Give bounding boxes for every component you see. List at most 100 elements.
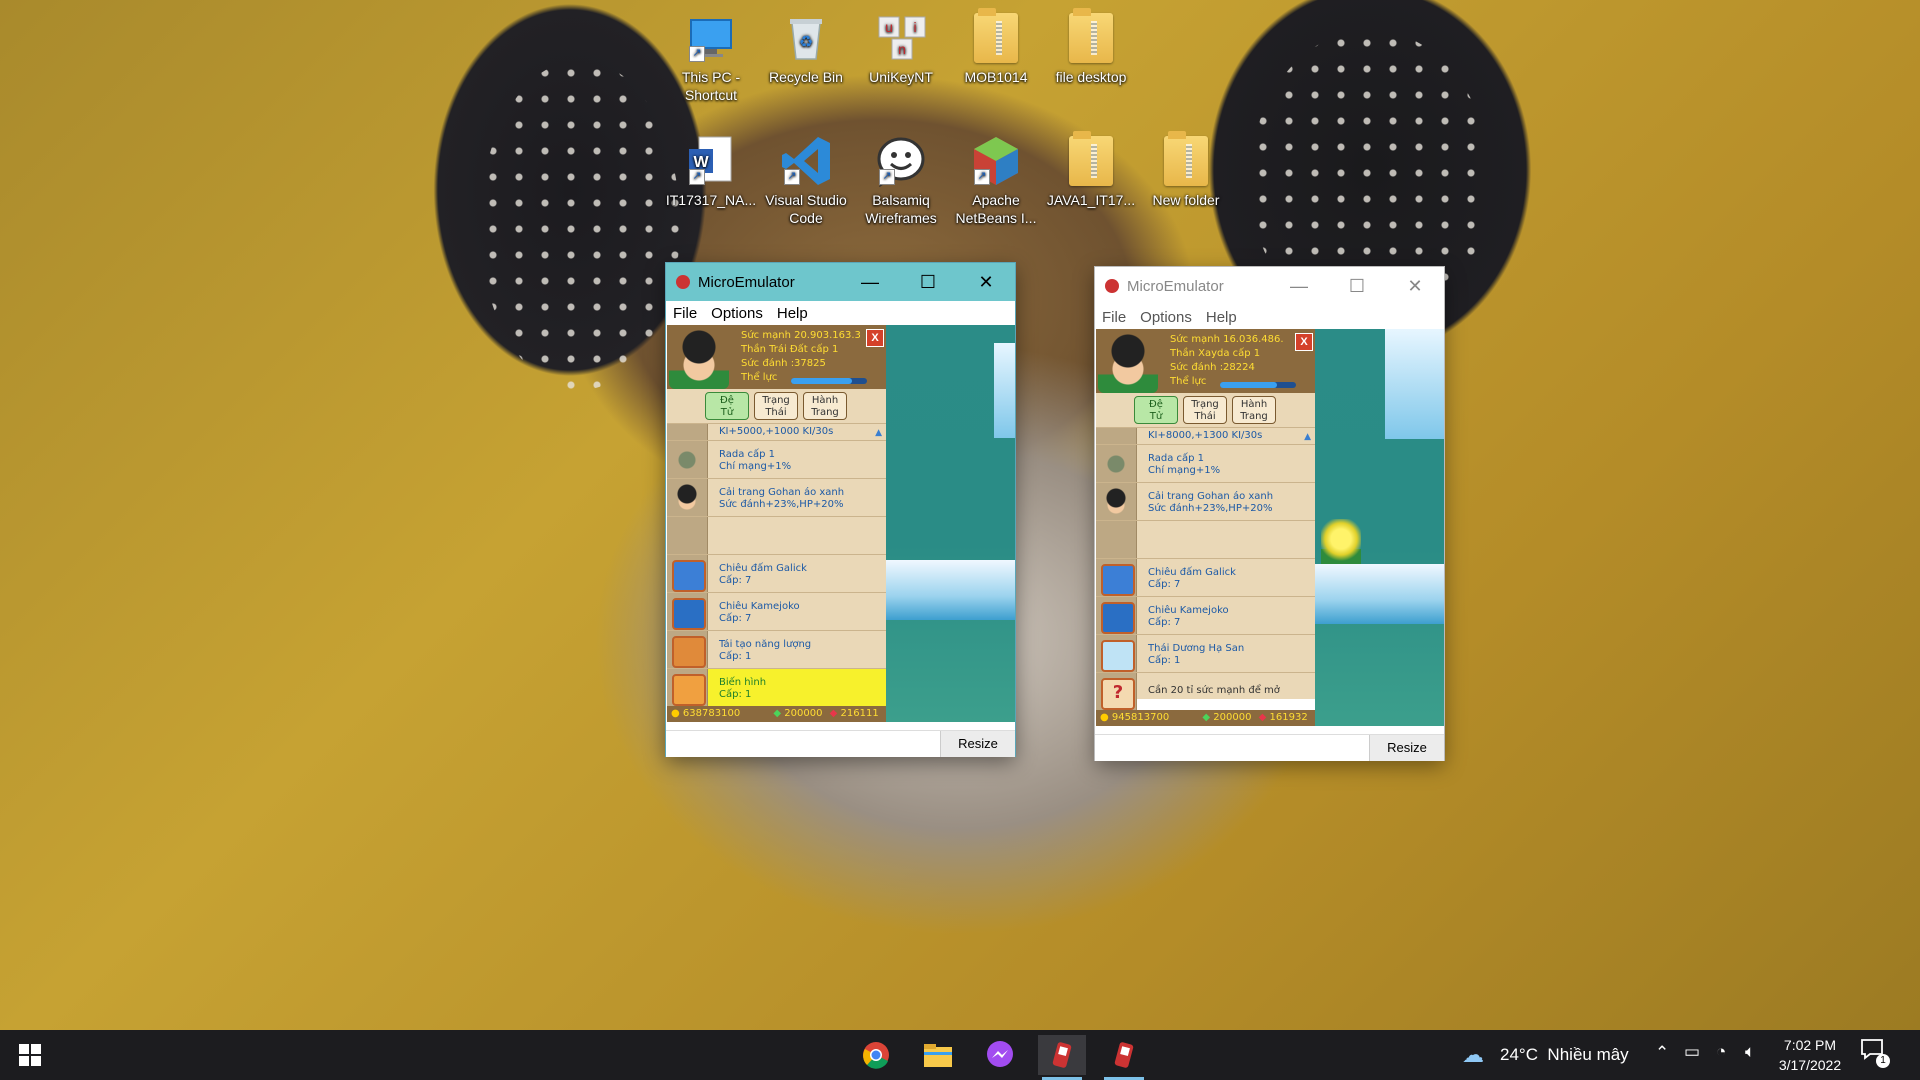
list-item[interactable]: Rada cấp 1 Chí mạng+1% bbox=[1096, 444, 1315, 482]
close-button[interactable]: ✕ bbox=[957, 263, 1015, 301]
status-bar: Resize bbox=[1095, 734, 1444, 761]
scroll-up-icon[interactable]: ▲ bbox=[875, 427, 882, 439]
weather-icon[interactable]: ☁ bbox=[1462, 1042, 1484, 1068]
costume-icon bbox=[672, 484, 702, 512]
gold-icon: ● bbox=[1100, 712, 1109, 723]
currency-bar: ● 945813700 ◆ 200000 ◆ 161932 bbox=[1096, 710, 1315, 726]
list-item[interactable]: Chiêu Kamejoko Cấp: 7 bbox=[667, 592, 886, 630]
volume-icon[interactable]: 🔈︎ bbox=[1745, 1042, 1755, 1062]
desktop-icon-file-desktop[interactable]: file desktop bbox=[1045, 8, 1137, 86]
character-header: Sức mạnh 16.036.486. Thần Xayda cấp 1 Sứ… bbox=[1096, 329, 1315, 393]
emulator-window-1[interactable]: MicroEmulator — ☐ ✕ File Options Help Sứ… bbox=[666, 263, 1015, 757]
desktop-icon-this-pc[interactable]: ↗ This PC - Shortcut bbox=[665, 12, 757, 104]
list-item[interactable]: Thái Dương Hạ San Cấp: 1 bbox=[1096, 634, 1315, 672]
tab-hanh-trang[interactable]: Hành Trang bbox=[1232, 396, 1276, 424]
tab-de-tu[interactable]: Đệ Tử bbox=[705, 392, 749, 420]
maximize-button[interactable]: ☐ bbox=[1328, 267, 1386, 305]
clock[interactable]: 7:02 PM 3/17/2022 bbox=[1772, 1035, 1848, 1075]
folder-icon bbox=[970, 8, 1022, 64]
taskbar-file-explorer[interactable] bbox=[914, 1035, 962, 1075]
tab-hanh-trang[interactable]: Hành Trang bbox=[803, 392, 847, 420]
maximize-button[interactable]: ☐ bbox=[899, 263, 957, 301]
weather-text[interactable]: 24°C Nhiều mây bbox=[1500, 1045, 1629, 1065]
skill-kamejoko-icon bbox=[672, 598, 706, 630]
tab-trang-thai[interactable]: Trạng Thái bbox=[754, 392, 798, 420]
list-item[interactable]: Chiêu đấm Galick Cấp: 7 bbox=[667, 554, 886, 592]
taskbar-microemulator-2[interactable] bbox=[1100, 1035, 1148, 1080]
folder-icon bbox=[1065, 131, 1117, 187]
taskbar-messenger[interactable] bbox=[976, 1035, 1024, 1075]
desktop-icon-netbeans[interactable]: ↗ Apache NetBeans I... bbox=[950, 135, 1042, 227]
skill-galick-icon bbox=[672, 560, 706, 592]
skill-regen-icon bbox=[672, 636, 706, 668]
app-icon bbox=[676, 275, 690, 289]
list-item[interactable]: Cải trang Gohan áo xanh Sức đánh+23%,HP+2… bbox=[667, 478, 886, 516]
menu-file[interactable]: File bbox=[1095, 309, 1133, 326]
pc-icon: ↗ bbox=[685, 12, 737, 64]
wifi-icon[interactable]: ◔ bbox=[1716, 1042, 1726, 1062]
word-icon: W ↗ bbox=[685, 135, 737, 187]
title-bar[interactable]: MicroEmulator — ☐ ✕ bbox=[666, 263, 1015, 301]
menu-bar: File Options Help bbox=[666, 301, 1015, 325]
stamina-bar bbox=[1220, 382, 1296, 388]
folder-icon bbox=[1065, 8, 1117, 64]
list-item[interactable]: KI+5000,+1000 KI/30s ▲ bbox=[667, 423, 886, 440]
locked-skill-icon: ? bbox=[1101, 678, 1135, 710]
show-hidden-icons[interactable]: ⌃ bbox=[1655, 1043, 1669, 1063]
desktop-icon-new-folder[interactable]: New folder bbox=[1140, 131, 1232, 209]
menu-help[interactable]: Help bbox=[770, 305, 815, 322]
skill-kamejoko-icon bbox=[1101, 602, 1135, 634]
ruby-icon: ◆ bbox=[829, 708, 838, 719]
menu-help[interactable]: Help bbox=[1199, 309, 1244, 326]
list-item[interactable] bbox=[667, 516, 886, 554]
status-bar: Resize bbox=[666, 730, 1015, 757]
list-item[interactable] bbox=[1096, 520, 1315, 558]
title-bar[interactable]: MicroEmulator — ☐ ✕ bbox=[1095, 267, 1444, 305]
minimize-button[interactable]: — bbox=[841, 263, 899, 301]
list-item[interactable]: KI+8000,+1300 KI/30s ▲ bbox=[1096, 427, 1315, 444]
menu-options[interactable]: Options bbox=[1133, 309, 1199, 326]
start-button[interactable] bbox=[6, 1035, 54, 1075]
gem-icon: ◆ bbox=[773, 708, 782, 719]
svg-text:n: n bbox=[898, 41, 906, 57]
menu-options[interactable]: Options bbox=[704, 305, 770, 322]
close-button[interactable]: ✕ bbox=[1386, 267, 1444, 305]
desktop-icon-word-doc[interactable]: W ↗ IT17317_NA... bbox=[665, 135, 757, 209]
desktop-icon-vscode[interactable]: ↗ Visual Studio Code bbox=[760, 135, 852, 227]
svg-text:♻: ♻ bbox=[799, 34, 813, 51]
scroll-up-icon[interactable]: ▲ bbox=[1304, 431, 1311, 443]
resize-button[interactable]: Resize bbox=[940, 731, 1015, 757]
minimize-button[interactable]: — bbox=[1270, 267, 1328, 305]
ruby-icon: ◆ bbox=[1258, 712, 1267, 723]
list-item[interactable]: Cải trang Gohan áo xanh Sức đánh+23%,HP+2… bbox=[1096, 482, 1315, 520]
notification-center-button[interactable]: 1 bbox=[1860, 1038, 1900, 1072]
tab-de-tu[interactable]: Đệ Tử bbox=[1134, 396, 1178, 424]
list-item[interactable]: Chiêu đấm Galick Cấp: 7 bbox=[1096, 558, 1315, 596]
desktop-icon-mob1014[interactable]: MOB1014 bbox=[950, 8, 1042, 86]
list-item[interactable]: Rada cấp 1 Chí mạng+1% bbox=[667, 440, 886, 478]
desktop-icon-balsamiq[interactable]: ↗ Balsamiq Wireframes bbox=[855, 135, 947, 227]
desktop-icon-recycle-bin[interactable]: ♻ Recycle Bin bbox=[760, 12, 852, 86]
list-item[interactable]: Chiêu Kamejoko Cấp: 7 bbox=[1096, 596, 1315, 634]
resize-button[interactable]: Resize bbox=[1369, 735, 1444, 761]
close-panel-button[interactable]: X bbox=[1295, 333, 1313, 351]
list-item-selected[interactable]: Biến hình Cấp: 1 bbox=[667, 668, 886, 706]
skill-transform-icon bbox=[672, 674, 706, 706]
svg-text:i: i bbox=[913, 19, 916, 35]
list-item[interactable]: Tái tạo năng lượng Cấp: 1 bbox=[667, 630, 886, 668]
desktop-icon-java1[interactable]: JAVA1_IT17... bbox=[1045, 131, 1137, 209]
desktop-icon-unikey[interactable]: uin UniKeyNT bbox=[855, 12, 947, 86]
list-item[interactable]: ? Cần 20 tỉ sức mạnh để mở bbox=[1096, 672, 1315, 710]
taskbar-microemulator-1[interactable] bbox=[1038, 1035, 1086, 1080]
windows-icon bbox=[19, 1044, 41, 1066]
microemulator-icon bbox=[1052, 1042, 1072, 1068]
file-explorer-icon bbox=[924, 1044, 952, 1067]
battery-icon[interactable]: ▭ bbox=[1684, 1042, 1700, 1062]
tab-trang-thai[interactable]: Trạng Thái bbox=[1183, 396, 1227, 424]
taskbar-chrome[interactable] bbox=[852, 1035, 900, 1075]
close-panel-button[interactable]: X bbox=[866, 329, 884, 347]
ice-ground bbox=[1315, 564, 1444, 624]
emulator-window-2[interactable]: MicroEmulator — ☐ ✕ File Options Help Sứ… bbox=[1095, 267, 1444, 761]
menu-file[interactable]: File bbox=[666, 305, 704, 322]
unikey-icon: u in bbox=[875, 12, 927, 64]
